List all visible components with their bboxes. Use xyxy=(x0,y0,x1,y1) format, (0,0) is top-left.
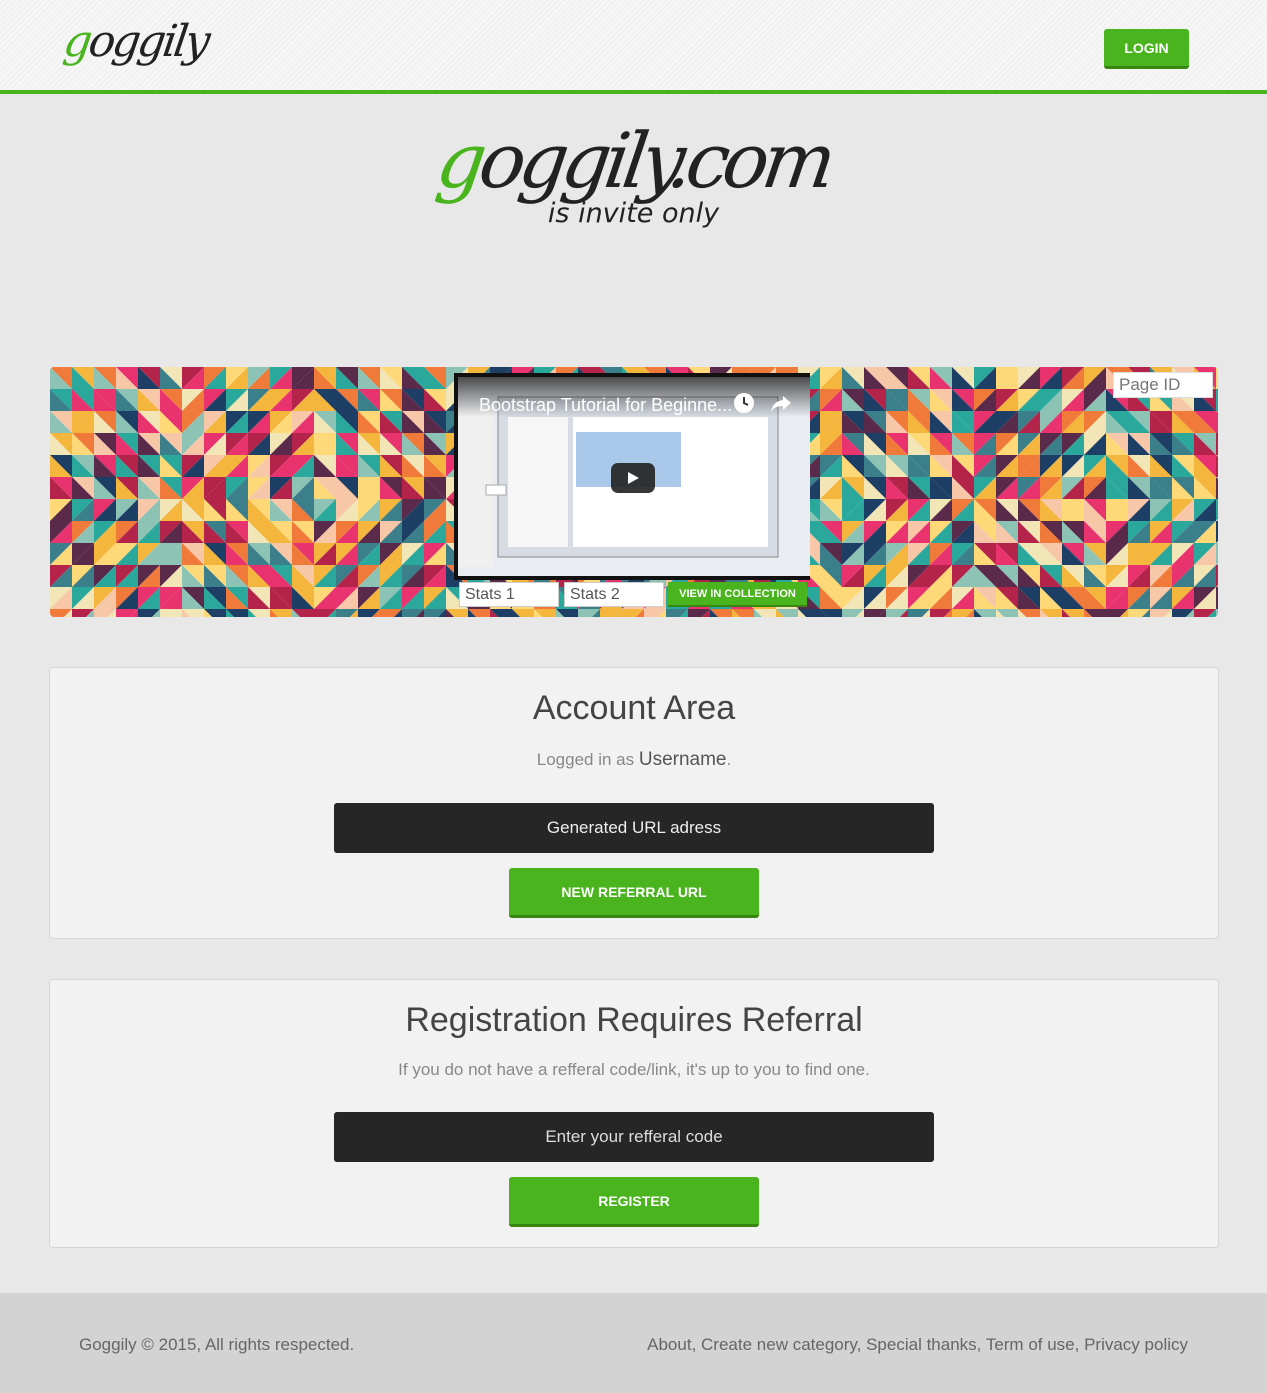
footer-link-special-thanks[interactable]: Special thanks xyxy=(866,1335,977,1354)
view-in-collection-button[interactable]: VIEW IN COLLECTION xyxy=(668,582,807,607)
logo-text: oggily xyxy=(85,16,211,67)
registration-subtitle: If you do not have a refferal code/link,… xyxy=(398,1060,870,1079)
footer: Goggily © 2015, All rights respected. Ab… xyxy=(0,1293,1267,1393)
login-button[interactable]: LOGIN xyxy=(1104,29,1189,69)
hero-tagline: is invite only xyxy=(547,198,720,229)
footer-link-create-category[interactable]: Create new category xyxy=(701,1335,857,1354)
footer-links: About, Create new category, Special than… xyxy=(647,1335,1188,1354)
video-title[interactable]: Bootstrap Tutorial for Beginne... xyxy=(479,395,732,416)
hero-logo: goggily.com xyxy=(0,116,1267,205)
footer-copyright: Goggily © 2015, All rights respected. xyxy=(79,1335,355,1354)
top-navbar: goggily LOGIN xyxy=(0,0,1267,94)
account-area-panel: Account Area Logged in as Username. Gene… xyxy=(49,667,1219,939)
stats-2-field[interactable] xyxy=(564,582,664,607)
page-id-input[interactable] xyxy=(1113,372,1213,398)
logged-in-suffix: . xyxy=(726,750,732,769)
share-icon[interactable] xyxy=(769,394,793,414)
video-thumbnail: Bootstrap Tutorial for Beginne... xyxy=(458,377,810,576)
footer-link-about[interactable]: About xyxy=(647,1335,691,1354)
logged-in-prefix: Logged in as xyxy=(536,750,639,769)
generated-url-field[interactable]: Generated URL adress xyxy=(334,803,934,853)
registration-title: Registration Requires Referral xyxy=(405,1001,863,1039)
footer-link-terms[interactable]: Term of use xyxy=(986,1335,1075,1354)
footer-link-privacy[interactable]: Privacy policy xyxy=(1084,1335,1188,1354)
account-area-title: Account Area xyxy=(532,689,736,727)
register-button[interactable]: REGISTER xyxy=(509,1177,759,1227)
username-label: Username xyxy=(638,749,727,770)
new-referral-url-button[interactable]: NEW REFERRAL URL xyxy=(509,868,759,918)
play-button-icon[interactable] xyxy=(611,463,655,493)
referral-code-input[interactable] xyxy=(334,1112,934,1162)
site-logo[interactable]: goggily xyxy=(60,16,210,67)
clock-icon[interactable] xyxy=(733,392,755,414)
logged-in-status: Logged in as Username. xyxy=(50,749,1218,771)
registration-panel: Registration Requires Referral If you do… xyxy=(49,979,1219,1248)
hero-logo-text: oggily.com xyxy=(474,116,836,205)
stats-1-field[interactable] xyxy=(459,582,559,607)
video-embed[interactable]: Bootstrap Tutorial for Beginne... xyxy=(454,373,810,580)
